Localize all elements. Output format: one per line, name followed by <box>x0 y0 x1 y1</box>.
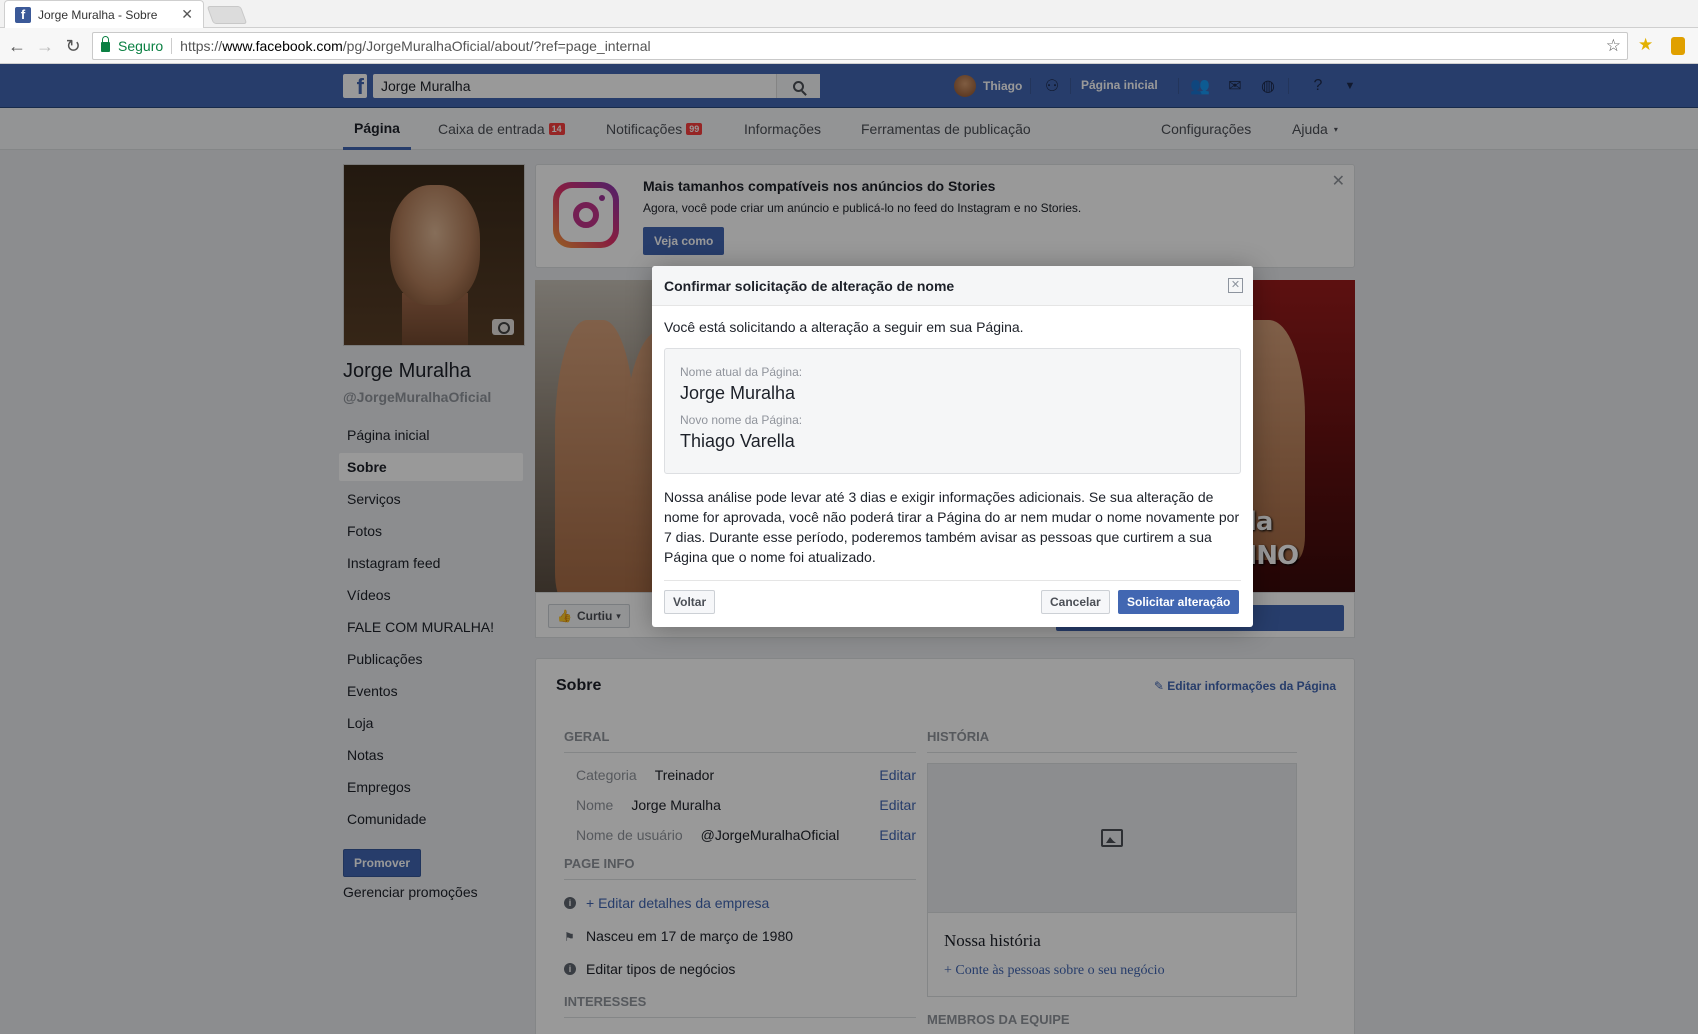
confirm-name-change-dialog: Confirmar solicitação de alteração de no… <box>652 266 1253 627</box>
request-change-button[interactable]: Solicitar alteração <box>1118 590 1240 614</box>
back-button[interactable]: Voltar <box>664 590 716 614</box>
back-arrow-icon[interactable]: ← <box>6 35 28 57</box>
reload-icon[interactable]: ↻ <box>62 35 84 57</box>
url-input[interactable]: Seguro https://www.facebook.com/pg/Jorge… <box>92 32 1628 60</box>
bookmark-star-icon[interactable]: ☆ <box>1606 36 1621 56</box>
browser-tab[interactable]: f Jorge Muralha - Sobre ✕ <box>4 0 204 28</box>
url-separator <box>171 38 173 54</box>
review-notice: Nossa análise pode levar até 3 dias e ex… <box>664 489 1240 565</box>
dialog-header: Confirmar solicitação de alteração de no… <box>652 266 1253 306</box>
tab-title: Jorge Muralha - Sobre <box>38 7 158 22</box>
current-name-label: Nome atual da Página: <box>680 365 803 379</box>
extension-icon[interactable] <box>1671 37 1685 55</box>
new-name-value: Thiago Varella <box>680 431 795 451</box>
address-bar: ← → ↻ Seguro https://www.facebook.com/pg… <box>0 28 1698 64</box>
new-name-label: Novo nome da Página: <box>680 413 803 427</box>
secure-label: Seguro <box>118 38 164 54</box>
dialog-intro: Você está solicitando a alteração a segu… <box>664 319 1024 335</box>
tab-close-icon[interactable]: ✕ <box>181 6 193 23</box>
facebook-favicon-icon: f <box>15 6 31 23</box>
dialog-footer <box>664 580 1241 581</box>
lock-icon <box>101 36 110 52</box>
forward-arrow-icon[interactable]: → <box>34 35 56 57</box>
cancel-button[interactable]: Cancelar <box>1041 590 1110 614</box>
url-domain: www.facebook.com <box>222 38 343 54</box>
url-prefix: https:// <box>180 38 223 54</box>
browser-tab-bar: f Jorge Muralha - Sobre ✕ <box>0 0 1698 28</box>
url-path: /pg/JorgeMuralhaOficial/about/?ref=page_… <box>342 38 651 54</box>
name-change-summary: Nome atual da Página: Jorge Muralha Novo… <box>664 348 1241 474</box>
current-name-value: Jorge Muralha <box>680 383 796 403</box>
extension-star-icon[interactable]: ★ <box>1638 35 1653 55</box>
close-icon[interactable]: ✕ <box>1228 278 1243 293</box>
new-tab-button[interactable] <box>206 6 248 24</box>
dialog-title: Confirmar solicitação de alteração de no… <box>664 278 955 294</box>
